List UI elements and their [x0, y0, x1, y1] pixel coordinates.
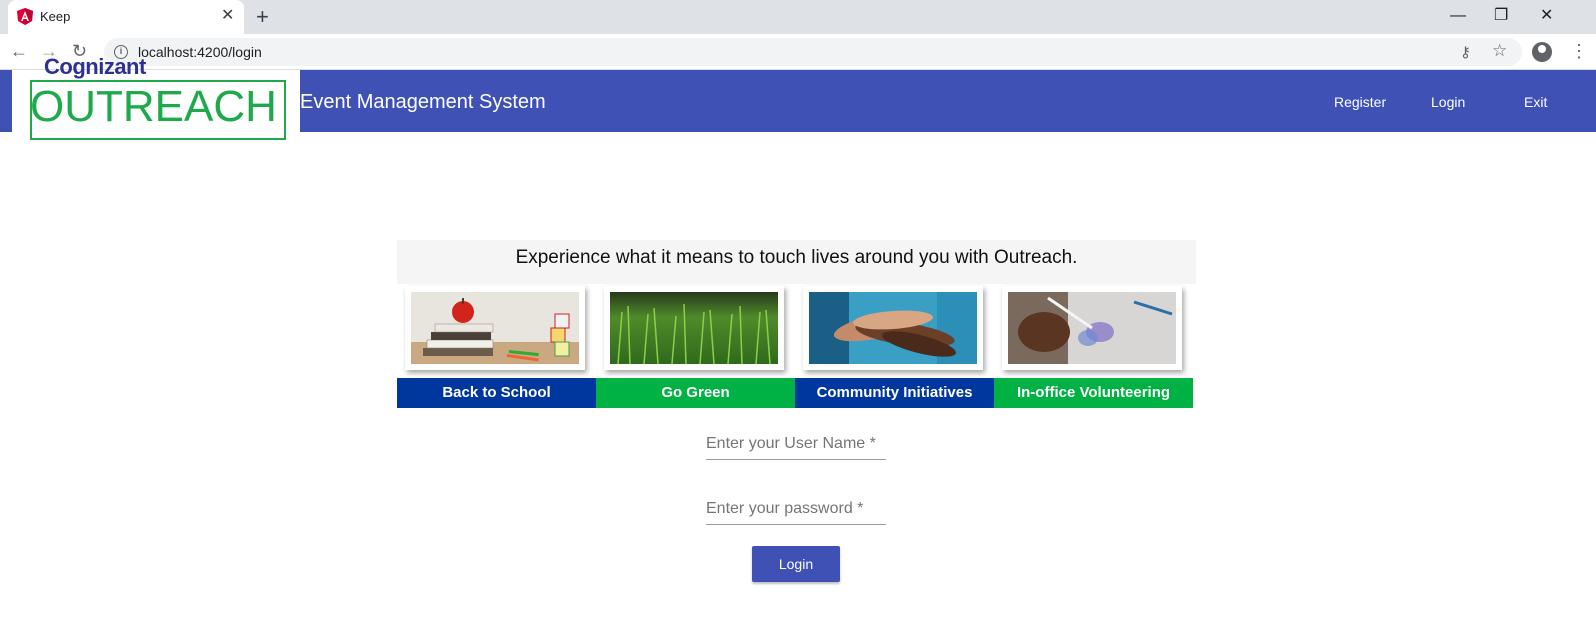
- tile-image-frame: [604, 286, 784, 370]
- close-window-button[interactable]: ✕: [1540, 6, 1553, 26]
- minimize-window-button[interactable]: —: [1450, 6, 1466, 26]
- password-field[interactable]: [706, 495, 886, 525]
- username-input[interactable]: [706, 432, 886, 456]
- browser-tab-bar: Keep ✕ + — ❐ ✕: [0, 0, 1596, 34]
- outreach-banner: Experience what it means to touch lives …: [397, 240, 1196, 410]
- close-tab-icon[interactable]: ✕: [221, 7, 234, 25]
- tagline: Experience what it means to touch lives …: [515, 247, 1078, 268]
- bookmark-star-icon[interactable]: ☆: [1492, 41, 1507, 61]
- browser-toolbar: ← → ↻ i localhost:4200/login ⚷ ☆ ⋮: [0, 34, 1596, 70]
- address-bar[interactable]: i localhost:4200/login ⚷ ☆: [104, 38, 1522, 66]
- browser-tab[interactable]: Keep ✕: [8, 0, 244, 34]
- hands-image: [809, 292, 977, 364]
- tile-label[interactable]: In-office Volunteering: [994, 378, 1193, 408]
- new-tab-button[interactable]: +: [256, 4, 269, 30]
- login-button[interactable]: Login: [752, 546, 840, 582]
- app-title: Event Management System: [300, 91, 546, 113]
- nav-login-link[interactable]: Login: [1431, 93, 1465, 111]
- tile-go-green[interactable]: Go Green: [596, 286, 795, 410]
- tile-back-to-school[interactable]: Back to School: [397, 286, 596, 410]
- tile-label[interactable]: Community Initiatives: [795, 378, 994, 408]
- restore-window-button[interactable]: ❐: [1494, 6, 1508, 26]
- username-field[interactable]: [706, 430, 886, 460]
- profile-avatar-icon[interactable]: [1532, 42, 1552, 62]
- tile-label[interactable]: Back to School: [397, 378, 596, 408]
- browser-menu-icon[interactable]: ⋮: [1570, 41, 1588, 61]
- tab-title: Keep: [40, 9, 71, 24]
- logo-outreach-text: OUTREACH: [30, 82, 277, 131]
- tile-label[interactable]: Go Green: [596, 378, 795, 408]
- logo-brand-text: Cognizant: [44, 54, 146, 79]
- angular-favicon-icon: [17, 8, 33, 25]
- books-apple-image: [411, 292, 579, 364]
- nav-register-link[interactable]: Register: [1334, 93, 1386, 111]
- back-arrow-icon[interactable]: ←: [10, 40, 28, 62]
- tile-image-frame: [1002, 286, 1182, 370]
- key-icon[interactable]: ⚷: [1460, 43, 1471, 61]
- password-input[interactable]: [706, 497, 886, 521]
- tile-community-initiatives[interactable]: Community Initiatives: [795, 286, 994, 410]
- grass-image: [610, 292, 778, 364]
- url-text[interactable]: localhost:4200/login: [138, 44, 262, 60]
- painting-image: [1008, 292, 1176, 364]
- nav-exit-link[interactable]: Exit: [1524, 93, 1547, 111]
- tile-image-frame: [803, 286, 983, 370]
- tile-image-frame: [405, 286, 585, 370]
- tile-in-office-volunteering[interactable]: In-office Volunteering: [994, 286, 1193, 410]
